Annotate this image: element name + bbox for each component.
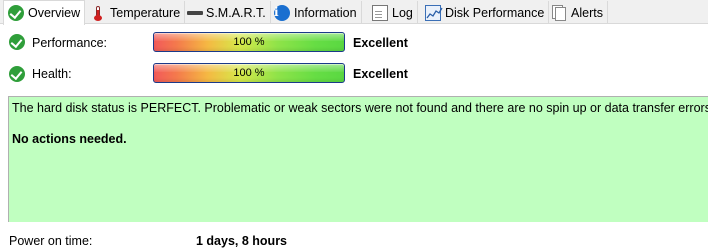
tab-temperature[interactable]: Temperature bbox=[86, 1, 186, 24]
power-on-value: 1 days, 8 hours bbox=[196, 234, 288, 248]
tab-log[interactable]: Log bbox=[368, 1, 418, 24]
tab-information-label: Information bbox=[294, 5, 357, 20]
tab-log-label: Log bbox=[392, 5, 413, 20]
tab-alerts-label: Alerts bbox=[571, 5, 603, 20]
tab-smart[interactable]: S.M.A.R.T. bbox=[182, 1, 271, 24]
health-bar: 100 % bbox=[153, 63, 345, 83]
tab-overview[interactable]: Overview bbox=[3, 0, 86, 25]
alerts-icon bbox=[551, 4, 567, 21]
tab-strip: Overview Temperature S.M.A.R.T. i Inform… bbox=[0, 0, 708, 25]
tab-disk-performance[interactable]: Disk Performance bbox=[421, 1, 550, 24]
tab-temperature-label: Temperature bbox=[110, 5, 181, 20]
performance-bar: 100 % bbox=[153, 32, 345, 52]
health-ok-icon bbox=[9, 66, 25, 82]
tab-disk-performance-label: Disk Performance bbox=[445, 5, 545, 20]
health-label: Health: bbox=[32, 67, 72, 81]
drive-icon bbox=[186, 5, 203, 21]
check-icon bbox=[8, 5, 24, 21]
performance-value: 100 % bbox=[233, 36, 265, 48]
performance-rating: Excellent bbox=[353, 36, 408, 50]
document-icon bbox=[372, 4, 388, 21]
tab-information[interactable]: i Information bbox=[270, 1, 362, 24]
performance-label: Performance: bbox=[32, 36, 108, 50]
tab-alerts[interactable]: Alerts bbox=[547, 1, 608, 24]
performance-ok-icon bbox=[9, 34, 25, 50]
info-icon: i bbox=[274, 4, 290, 21]
recommendation-message: No actions needed. bbox=[12, 132, 127, 146]
status-message-box: The hard disk status is PERFECT. Problem… bbox=[8, 96, 708, 222]
status-message: The hard disk status is PERFECT. Problem… bbox=[12, 101, 708, 115]
power-on-label: Power on time: bbox=[9, 234, 93, 248]
health-rating: Excellent bbox=[353, 67, 408, 81]
health-value: 100 % bbox=[233, 67, 265, 79]
tab-smart-label: S.M.A.R.T. bbox=[206, 5, 266, 20]
tab-overview-label: Overview bbox=[28, 6, 81, 20]
thermometer-icon bbox=[90, 5, 106, 21]
chart-icon bbox=[425, 4, 443, 21]
